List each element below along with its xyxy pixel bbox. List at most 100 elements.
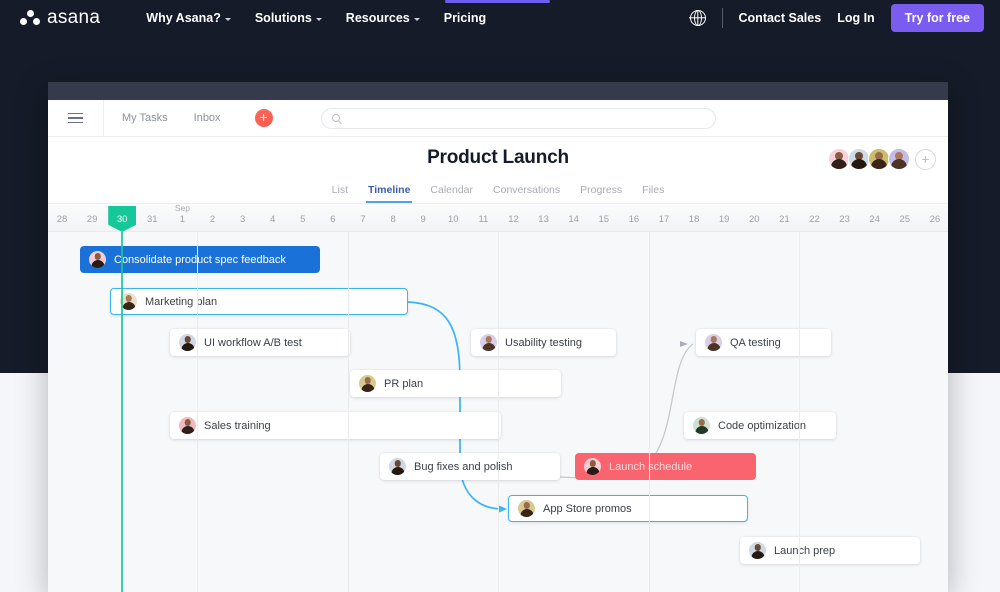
task-assignee-avatar — [89, 251, 106, 268]
date-tick: 12 — [508, 214, 519, 225]
date-tick: 25 — [899, 214, 911, 225]
nav-item-pricing[interactable]: Pricing — [444, 11, 486, 25]
avatar[interactable] — [868, 148, 890, 170]
app-nav-inbox[interactable]: Inbox — [194, 112, 221, 124]
avatar[interactable] — [848, 148, 870, 170]
date-tick: 21 — [779, 214, 790, 225]
date-tick: 5 — [300, 214, 306, 225]
task-assignee-avatar — [584, 458, 601, 475]
task-assignee-avatar — [705, 334, 722, 351]
page-root: asana Why Asana? Solutions Resources Pri… — [0, 0, 1000, 592]
nav-item-solutions[interactable]: Solutions — [255, 11, 322, 25]
task-bar[interactable]: Marketing plan — [110, 288, 408, 315]
app-topbar: My Tasks Inbox + — [48, 99, 948, 137]
search-input[interactable] — [345, 112, 705, 124]
asana-logo[interactable]: asana — [20, 7, 100, 29]
date-tick: 11 — [478, 214, 489, 225]
task-bar[interactable]: Sales training — [170, 412, 501, 439]
date-tick: 20 — [749, 214, 760, 225]
task-bar[interactable]: Usability testing — [471, 329, 616, 356]
task-assignee-avatar — [480, 334, 497, 351]
avatar[interactable] — [828, 148, 850, 170]
task-bar[interactable]: PR plan — [350, 370, 561, 397]
date-tick: 17 — [658, 214, 670, 225]
asana-dots-icon — [20, 10, 40, 26]
chevron-down-icon — [315, 17, 322, 21]
task-bar[interactable]: App Store promos — [508, 495, 748, 522]
grid-line — [197, 232, 199, 592]
task-label: Code optimization — [718, 419, 807, 432]
task-label: Usability testing — [505, 336, 583, 349]
tab-progress[interactable]: Progress — [580, 184, 622, 203]
connector-arrow-qa — [680, 341, 688, 347]
app-nav: My Tasks Inbox + — [122, 109, 273, 127]
log-in-link[interactable]: Log In — [837, 11, 875, 25]
task-assignee-avatar — [518, 500, 535, 517]
grid-line — [498, 232, 500, 592]
grid-line — [347, 232, 349, 592]
search-box[interactable] — [320, 107, 716, 129]
date-tick: 29 — [86, 214, 98, 225]
task-assignee-avatar — [179, 417, 196, 434]
task-label: QA testing — [730, 336, 781, 349]
date-tick: 7 — [360, 214, 366, 225]
date-tick: 30 — [116, 214, 128, 225]
task-assignee-avatar — [693, 417, 710, 434]
nav-item-why-asana[interactable]: Why Asana? — [146, 11, 231, 25]
timeline-view: 28 29 30 31 Sep 1 2 3 4 5 6 7 8 9 10 11 12 13 14 15 16 17 18 19… — [48, 203, 948, 592]
date-tick: 14 — [568, 214, 579, 225]
primary-nav: Why Asana? Solutions Resources Pricing — [146, 11, 486, 25]
avatar[interactable] — [888, 148, 910, 170]
timeline-date-ruler: 28 29 30 31 Sep 1 2 3 4 5 6 7 8 9 10 11 12 13 14 15 16 17 18 19… — [48, 203, 948, 232]
nav-label: Why Asana? — [146, 11, 221, 25]
nav-item-resources[interactable]: Resources — [346, 11, 420, 25]
secondary-nav: Contact Sales Log In Try for free — [689, 4, 984, 32]
task-bar[interactable]: Launch prep — [740, 537, 920, 564]
tab-conversations[interactable]: Conversations — [493, 184, 560, 203]
app-nav-my-tasks[interactable]: My Tasks — [122, 112, 168, 124]
tab-timeline[interactable]: Timeline — [365, 184, 413, 203]
hamburger-icon[interactable] — [48, 99, 104, 137]
date-tick: 22 — [809, 214, 820, 225]
date-tick: 15 — [598, 214, 610, 225]
tab-list[interactable]: List — [332, 184, 348, 203]
nav-label: Pricing — [443, 11, 487, 25]
globe-icon[interactable] — [689, 9, 706, 26]
date-tick: 4 — [270, 214, 276, 225]
date-tick: 24 — [869, 214, 880, 225]
today-line — [121, 232, 124, 592]
task-assignee-avatar — [179, 334, 196, 351]
task-bar[interactable]: QA testing — [696, 329, 831, 356]
task-bar[interactable]: Code optimization — [684, 412, 836, 439]
quick-add-button[interactable]: + — [254, 109, 273, 127]
date-tick: 10 — [448, 214, 459, 225]
date-tick: 16 — [628, 214, 640, 225]
nav-divider — [721, 8, 723, 28]
app-titlebar — [48, 82, 948, 100]
task-label: Launch schedule — [609, 460, 693, 473]
brand-name: asana — [47, 7, 101, 28]
date-tick: 28 — [56, 214, 68, 225]
task-label: Sales training — [204, 419, 271, 432]
nav-label: Resources — [345, 11, 410, 25]
search-icon — [331, 114, 340, 122]
chevron-down-icon — [413, 17, 420, 21]
try-for-free-button[interactable]: Try for free — [890, 4, 984, 32]
task-bar[interactable]: Launch schedule — [575, 453, 756, 480]
date-tick: 31 — [147, 214, 158, 225]
task-assignee-avatar — [389, 458, 406, 475]
date-tick: 13 — [538, 214, 549, 225]
tab-calendar[interactable]: Calendar — [430, 184, 473, 203]
task-bar[interactable]: Bug fixes and polish — [380, 453, 560, 480]
date-tick: 3 — [239, 214, 246, 225]
contact-sales-link[interactable]: Contact Sales — [739, 11, 822, 25]
project-tabs: List Timeline Calendar Conversations Progres… — [48, 184, 948, 204]
tab-files[interactable]: Files — [642, 184, 664, 203]
task-bar[interactable]: Consolidate product spec feedback — [80, 246, 320, 273]
add-member-button[interactable]: + — [915, 148, 936, 170]
grid-line — [799, 232, 801, 592]
task-label: Launch prep — [774, 544, 836, 557]
site-navbar: asana Why Asana? Solutions Resources Pri… — [0, 0, 1000, 36]
task-label: Consolidate product spec feedback — [114, 253, 286, 266]
project-header: Product Launch + — [48, 137, 948, 184]
